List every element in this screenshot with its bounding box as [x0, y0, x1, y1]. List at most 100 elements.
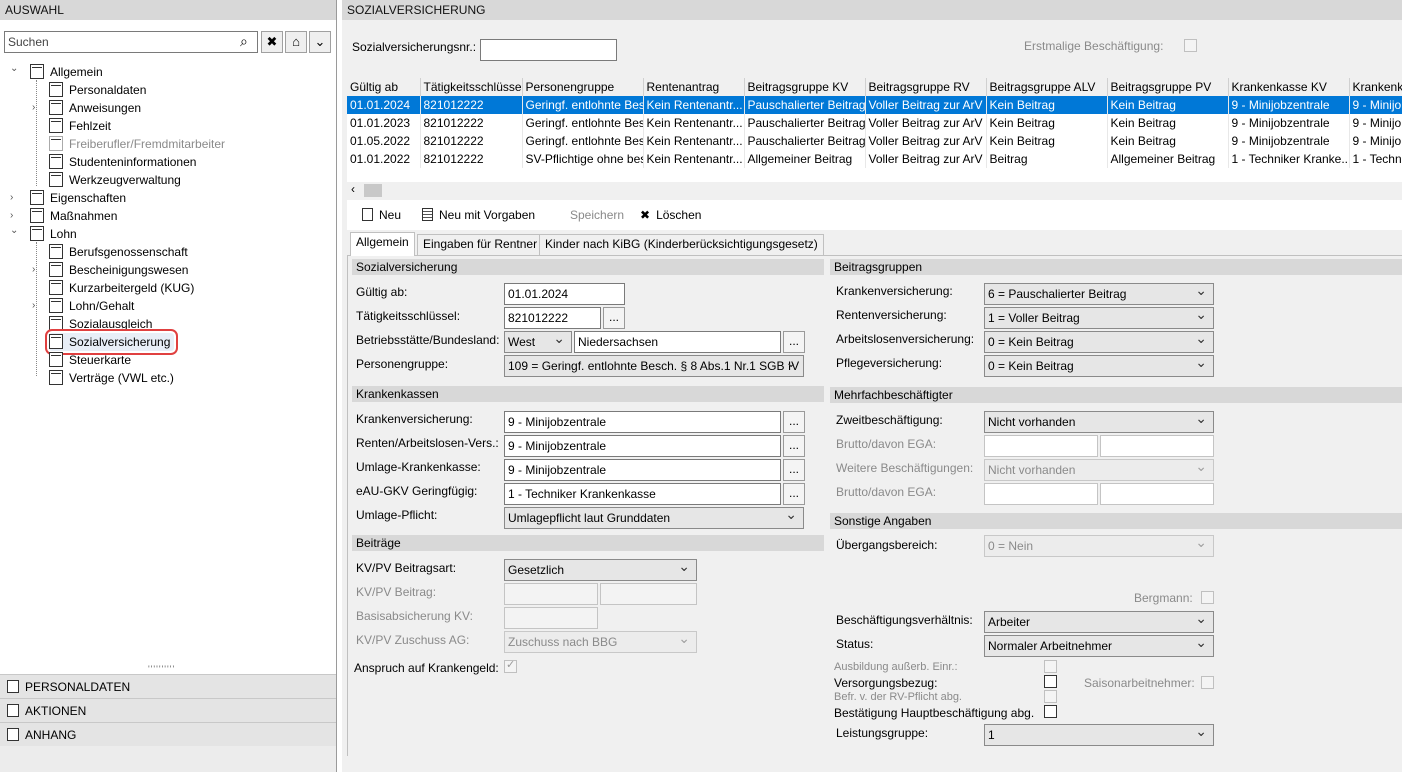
scroll-thumb[interactable]	[364, 184, 382, 197]
tree-item[interactable]: Steuerkarte	[49, 351, 131, 369]
kk-eau-input[interactable]: 1 - Techniker Krankenkasse	[504, 483, 781, 505]
zuschuss-select[interactable]: Zuschuss nach BBG	[504, 631, 697, 653]
section-anhang[interactable]: ANHANG	[0, 722, 336, 746]
expanded-chevron-icon[interactable]: ⌄	[10, 60, 18, 78]
collapsed-chevron-icon[interactable]: ›	[32, 261, 35, 279]
ueber-select[interactable]: 0 = Nein	[984, 535, 1214, 557]
section-aktionen[interactable]: AKTIONEN	[0, 698, 336, 722]
clear-search-button[interactable]: ✖	[261, 31, 283, 53]
tree-item[interactable]: › Eigenschaften	[10, 189, 126, 207]
tab-allgemein[interactable]: Allgemein	[350, 232, 415, 256]
table-row[interactable]: 01.01.2023 821012222 Geringf. entlohnte Be…	[347, 114, 1402, 132]
kk-rv-input[interactable]: 9 - Minijobzentrale	[504, 435, 781, 457]
bg-pv-select[interactable]: 0 = Kein Beitrag	[984, 355, 1214, 377]
kvpv-beitrag-input-1[interactable]	[504, 583, 598, 605]
personen-select[interactable]: 109 = Geringf. entlohnte Besch. § 8 Abs.…	[504, 355, 804, 377]
zweit-select[interactable]: Nicht vorhanden	[984, 411, 1214, 433]
tree-item[interactable]: › Maßnahmen	[10, 207, 117, 225]
table-row[interactable]: 01.05.2022 821012222 Geringf. entlohnte Be…	[347, 132, 1402, 150]
verh-select[interactable]: Arbeiter	[984, 611, 1214, 633]
bg-kv-select[interactable]: 6 = Pauschalierter Beitrag	[984, 283, 1214, 305]
horizontal-scrollbar[interactable]: ‹	[347, 182, 1402, 199]
new-with-template-button[interactable]: Neu mit Vorgaben	[422, 206, 535, 224]
tree-item[interactable]: Berufsgenossenschaft	[49, 243, 188, 261]
beitragsart-select[interactable]: Gesetzlich	[504, 559, 697, 581]
tab-kibg[interactable]: Kinder nach KiBG (Kinderberücksichtigung…	[539, 234, 824, 255]
leistung-select[interactable]: 1	[984, 724, 1214, 746]
column-header[interactable]: Beitragsgruppe PV	[1107, 78, 1229, 96]
new-button[interactable]: Neu	[362, 206, 401, 224]
tree-item[interactable]: › Anweisungen	[32, 99, 141, 117]
weitere-select[interactable]: Nicht vorhanden	[984, 459, 1214, 481]
kvpv-beitrag-input-2[interactable]	[600, 583, 697, 605]
table-row[interactable]: 01.01.2024 821012222 Geringf. entlohnte Be…	[347, 96, 1402, 114]
kk-eau-lookup-button[interactable]: ...	[783, 483, 805, 505]
kk-kv-lookup-button[interactable]: ...	[783, 411, 805, 433]
svnr-input[interactable]	[480, 39, 617, 61]
column-header[interactable]: Beitragsgruppe ALV	[986, 78, 1108, 96]
search-input[interactable]: Suchen	[4, 31, 258, 53]
column-header[interactable]: Rentenantrag	[643, 78, 745, 96]
table-row[interactable]: 01.01.2022 821012222 SV-Pflichtige ohne be…	[347, 150, 1402, 168]
brutto1-input-2[interactable]	[1100, 435, 1214, 457]
save-button[interactable]: Speichern	[570, 206, 624, 224]
brutto2-input-2[interactable]	[1100, 483, 1214, 505]
expanded-chevron-icon[interactable]: ⌄	[10, 222, 18, 240]
versorgung-checkbox[interactable]	[1044, 675, 1057, 688]
bg-alv-select[interactable]: 0 = Kein Beitrag	[984, 331, 1214, 353]
befr-checkbox[interactable]	[1044, 690, 1057, 703]
tab-rentner[interactable]: Eingaben für Rentner	[417, 234, 544, 255]
kk-umlage-input[interactable]: 9 - Minijobzentrale	[504, 459, 781, 481]
magnifier-icon[interactable]: ⌕	[240, 33, 248, 50]
brutto2-input-1[interactable]	[984, 483, 1098, 505]
splitter-grip[interactable]: ''''''''''	[148, 664, 175, 674]
tree-item[interactable]: › Lohn/Gehalt	[32, 297, 134, 315]
column-header[interactable]: Personengruppe	[522, 78, 644, 96]
taetigkeit-input[interactable]: 821012222	[504, 307, 601, 329]
bundesland-input[interactable]: Niedersachsen	[574, 331, 781, 353]
bergmann-checkbox[interactable]	[1201, 591, 1214, 604]
saison-checkbox[interactable]	[1201, 676, 1214, 689]
bestaetigung-checkbox[interactable]	[1044, 705, 1057, 718]
tree-item[interactable]: Sozialausgleich	[49, 315, 152, 333]
kk-rv-lookup-button[interactable]: ...	[783, 435, 805, 457]
bundesland-lookup-button[interactable]: ...	[783, 331, 805, 353]
column-header[interactable]: Beitragsgruppe RV	[865, 78, 987, 96]
tree-item[interactable]: Sozialversicherung	[44, 329, 179, 355]
kk-umlage-lookup-button[interactable]: ...	[783, 459, 805, 481]
tree-item[interactable]: Fehlzeit	[49, 117, 111, 135]
region-select[interactable]: West	[504, 331, 572, 353]
tree-item[interactable]: Freiberufler/Fremdmitarbeiter	[49, 135, 225, 153]
collapsed-chevron-icon[interactable]: ›	[32, 297, 35, 315]
column-header[interactable]: Krankenkasse KV	[1228, 78, 1350, 96]
status-select[interactable]: Normaler Arbeitnehmer	[984, 635, 1214, 657]
tree-item[interactable]: Studenteninformationen	[49, 153, 196, 171]
collapsed-chevron-icon[interactable]: ›	[10, 189, 13, 207]
brutto1-input-1[interactable]	[984, 435, 1098, 457]
gueltig-input[interactable]: 01.01.2024	[504, 283, 625, 305]
tree-item[interactable]: Personaldaten	[49, 81, 146, 99]
tree-item[interactable]: Kurzarbeitergeld (KUG)	[49, 279, 194, 297]
kk-pflicht-select[interactable]: Umlagepflicht laut Grunddaten	[504, 507, 804, 529]
tree-item[interactable]: Verträge (VWL etc.)	[49, 369, 174, 387]
anspruch-checkbox[interactable]: ✓	[504, 659, 517, 673]
ausbildung-checkbox[interactable]	[1044, 660, 1057, 673]
collapse-all-button[interactable]: ⌄	[309, 31, 331, 53]
bg-rv-select[interactable]: 1 = Voller Beitrag	[984, 307, 1214, 329]
scroll-left-icon[interactable]: ‹	[351, 182, 355, 196]
column-header[interactable]: Beitragsgruppe KV	[744, 78, 866, 96]
tree-item[interactable]: Werkzeugverwaltung	[49, 171, 181, 189]
erstmalige-checkbox[interactable]	[1184, 39, 1197, 52]
tree-item[interactable]: ⌄ Lohn	[10, 225, 77, 243]
tree-item[interactable]: › Bescheinigungswesen	[32, 261, 188, 279]
column-header[interactable]: Gültig ab	[347, 78, 421, 96]
section-personaldaten[interactable]: PERSONALDATEN	[0, 674, 336, 698]
column-header[interactable]: Krankenk	[1349, 78, 1402, 96]
home-button[interactable]: ⌂	[285, 31, 307, 53]
tree-item[interactable]: ⌄ Allgemein	[10, 63, 103, 81]
column-header[interactable]: Tätigkeitsschlüssel	[420, 78, 523, 96]
delete-button[interactable]: ✖ Löschen	[640, 206, 701, 224]
kk-kv-input[interactable]: 9 - Minijobzentrale	[504, 411, 781, 433]
basis-input[interactable]	[504, 607, 598, 629]
collapsed-chevron-icon[interactable]: ›	[32, 99, 35, 117]
